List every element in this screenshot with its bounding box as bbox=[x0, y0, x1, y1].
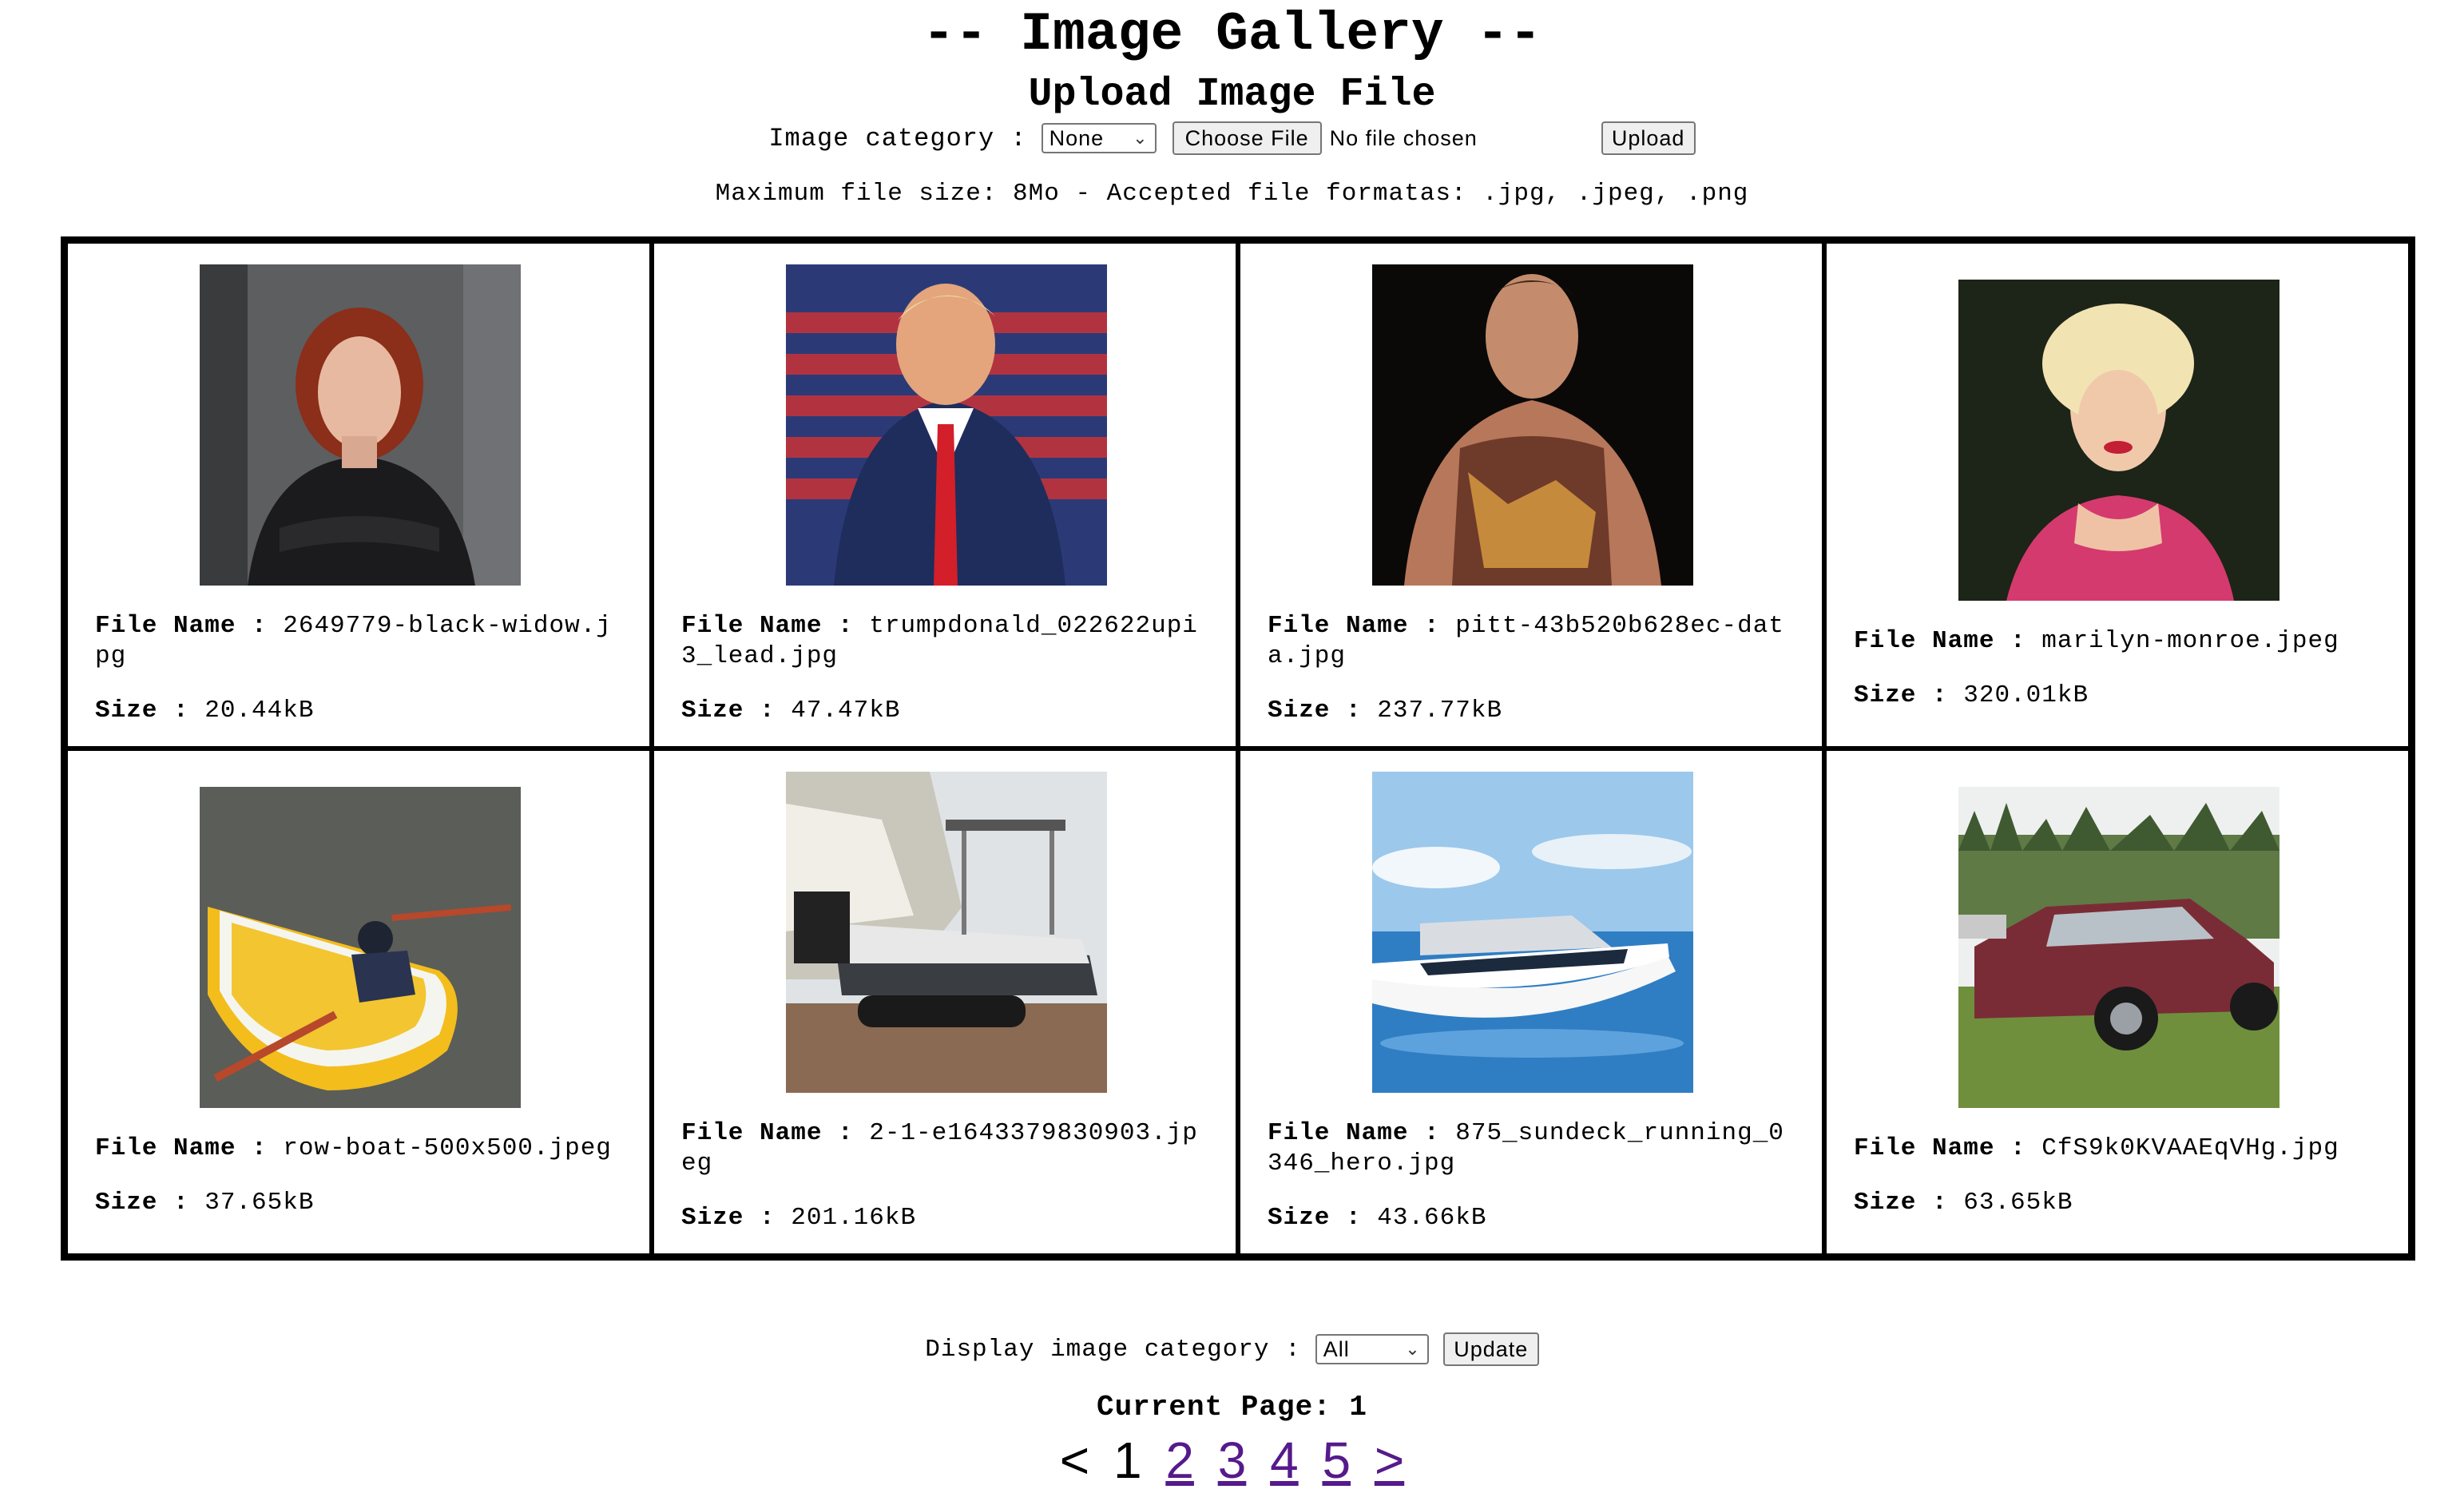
gallery-item: File Name : pitt-43b520b628ec-data.jpg S… bbox=[1238, 241, 1824, 749]
previous-page-link: < bbox=[1059, 1432, 1090, 1489]
size-value: 237.77kB bbox=[1377, 696, 1503, 725]
display-category-label: Display image category : bbox=[925, 1335, 1301, 1364]
image-category-label: Image category : bbox=[768, 123, 1027, 153]
display-category-select[interactable]: All ⌄ bbox=[1315, 1334, 1429, 1364]
size-label: Size : bbox=[1854, 1188, 1948, 1217]
file-name-label: File Name : bbox=[1854, 626, 2026, 655]
rowboat-image bbox=[200, 786, 521, 1108]
gallery-item: File Name : row-boat-500x500.jpeg Size :… bbox=[65, 749, 652, 1256]
gallery-item: File Name : 875_sundeck_running_0346_her… bbox=[1238, 749, 1824, 1256]
gallery-item: File Name : CfS9k0KVAAEqVHg.jpg Size : 6… bbox=[1824, 749, 2410, 1256]
man-tank-top-image bbox=[1372, 264, 1693, 586]
image-category-select[interactable]: None ⌄ bbox=[1041, 123, 1157, 153]
gallery-item: File Name : 2-1-e1643379830903.jpeg Size… bbox=[652, 749, 1238, 1256]
gallery-thumbnail[interactable] bbox=[1958, 786, 2279, 1108]
gallery-thumbnail[interactable] bbox=[786, 771, 1107, 1093]
gallery-thumbnail[interactable] bbox=[1372, 771, 1693, 1093]
gallery-item: File Name : 2649779-black-widow.jpg Size… bbox=[65, 241, 652, 749]
upload-button[interactable]: Upload bbox=[1601, 121, 1696, 155]
file-limits-text: Maximum file size: 8Mo - Accepted file f… bbox=[715, 180, 1749, 208]
image-category-value: None bbox=[1049, 125, 1105, 150]
size-value: 63.65kB bbox=[1963, 1188, 2073, 1217]
woman-blonde-image bbox=[1958, 279, 2279, 601]
size-label: Size : bbox=[1268, 696, 1362, 725]
file-name-label: File Name : bbox=[1854, 1134, 2026, 1162]
size-label: Size : bbox=[1854, 681, 1948, 709]
gallery-thumbnail[interactable] bbox=[200, 264, 521, 586]
file-name-label: File Name : bbox=[95, 1134, 268, 1162]
chevron-down-icon: ⌄ bbox=[1405, 1339, 1421, 1359]
current-page-text: Current Page: 1 bbox=[1096, 1391, 1368, 1424]
file-name-label: File Name : bbox=[1268, 1118, 1440, 1147]
file-name-label: File Name : bbox=[681, 611, 854, 640]
upload-form: Image category : None ⌄ Choose File No f… bbox=[0, 120, 2464, 157]
size-value: 37.65kB bbox=[204, 1188, 315, 1217]
size-label: Size : bbox=[95, 696, 189, 725]
update-button[interactable]: Update bbox=[1442, 1332, 1539, 1366]
file-name-label: File Name : bbox=[95, 611, 268, 640]
file-name-label: File Name : bbox=[681, 1118, 854, 1147]
size-label: Size : bbox=[1268, 1203, 1362, 1232]
next-page-link[interactable]: > bbox=[1375, 1432, 1404, 1489]
speedboat-image bbox=[1372, 771, 1693, 1093]
man-suit-image bbox=[786, 264, 1107, 586]
page-link[interactable]: 5 bbox=[1322, 1432, 1351, 1489]
display-category-form: Display image category : All ⌄ Update bbox=[0, 1331, 2464, 1368]
size-label: Size : bbox=[95, 1188, 189, 1217]
file-name-label: File Name : bbox=[1268, 611, 1440, 640]
page-link[interactable]: 3 bbox=[1218, 1432, 1247, 1489]
page-link[interactable]: 2 bbox=[1165, 1432, 1194, 1489]
page-title: -- Image Gallery -- bbox=[922, 4, 1542, 66]
gallery-item: File Name : trumpdonald_022622upi3_lead.… bbox=[652, 241, 1238, 749]
page-link[interactable]: 4 bbox=[1270, 1432, 1299, 1489]
size-value: 20.44kB bbox=[204, 696, 315, 725]
gallery-thumbnail[interactable] bbox=[786, 264, 1107, 586]
file-name-value: marilyn-monroe.jpeg bbox=[2041, 626, 2339, 655]
gallery-thumbnail[interactable] bbox=[1372, 264, 1693, 586]
size-value: 201.16kB bbox=[791, 1203, 917, 1232]
pagination: < 1 2 3 4 5 > bbox=[0, 1430, 2464, 1491]
file-name-value: row-boat-500x500.jpeg bbox=[283, 1134, 612, 1162]
file-name-value: CfS9k0KVAAEqVHg.jpg bbox=[2041, 1134, 2339, 1162]
choose-file-button[interactable]: Choose File bbox=[1172, 121, 1322, 155]
upload-heading: Upload Image File bbox=[1028, 72, 1436, 117]
size-value: 47.47kB bbox=[791, 696, 901, 725]
current-page-number: 1 bbox=[1113, 1432, 1142, 1489]
gallery-item: File Name : marilyn-monroe.jpeg Size : 3… bbox=[1824, 241, 2410, 749]
size-label: Size : bbox=[681, 696, 776, 725]
gallery-thumbnail[interactable] bbox=[200, 786, 521, 1108]
old-car-image bbox=[1958, 786, 2279, 1108]
woman-portrait-image bbox=[200, 264, 521, 586]
display-category-value: All bbox=[1323, 1336, 1350, 1361]
gallery-thumbnail[interactable] bbox=[1958, 279, 2279, 601]
chevron-down-icon: ⌄ bbox=[1133, 128, 1149, 148]
no-file-text: No file chosen bbox=[1329, 125, 1478, 150]
size-value: 320.01kB bbox=[1963, 681, 2089, 709]
size-value: 43.66kB bbox=[1377, 1203, 1487, 1232]
amphibious-boat-image bbox=[786, 771, 1107, 1093]
size-label: Size : bbox=[681, 1203, 776, 1232]
image-gallery-grid: File Name : 2649779-black-widow.jpg Size… bbox=[61, 236, 2415, 1261]
